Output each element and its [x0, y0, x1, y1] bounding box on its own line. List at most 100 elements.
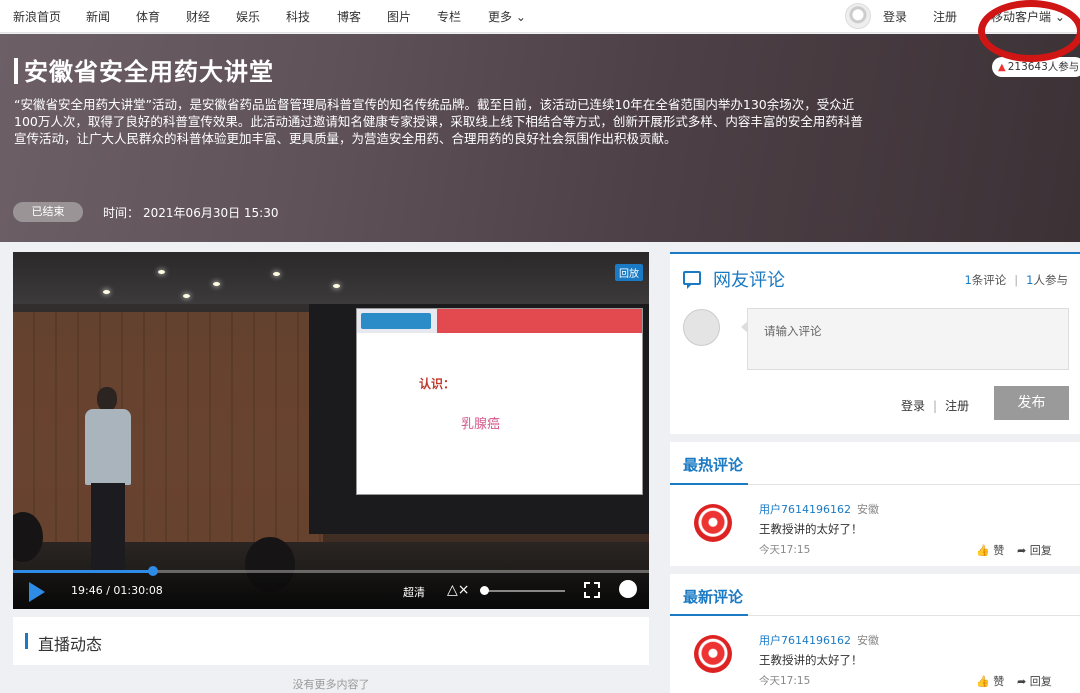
weibo-avatar-icon[interactable] [694, 635, 732, 673]
comment-text: 王教授讲的太好了！ [759, 522, 863, 536]
ceiling-light [158, 270, 165, 274]
nav-tech[interactable]: 科技 [286, 8, 310, 25]
event-time-label: 时间： [103, 206, 140, 220]
like-label: 赞 [993, 675, 1005, 688]
slide-logo [361, 313, 431, 329]
comment-input[interactable]: 请输入评论 [741, 308, 1069, 370]
section-divider [670, 434, 1080, 442]
comment-location: 安徽 [857, 503, 879, 516]
like-button[interactable]: 👍 赞 [976, 673, 1004, 689]
hero-banner: 安徽省安全用药大讲堂 “安徽省安全用药大讲堂”活动，是安徽省药品监督管理局科普宣… [0, 34, 1080, 242]
reply-button[interactable]: ➦ 回复 [1017, 673, 1052, 689]
nav-finance[interactable]: 财经 [186, 8, 210, 25]
live-dynamics: 直播动态 [13, 617, 649, 665]
mute-icon[interactable]: △× [447, 581, 473, 599]
nav-photo[interactable]: 图片 [387, 8, 411, 25]
quality-selector[interactable]: 超清 [403, 584, 425, 600]
live-title-bar [25, 633, 28, 649]
comment-login-link[interactable]: 登录 [901, 399, 925, 413]
comment-title: 网友评论 [713, 270, 785, 291]
comment-count-label: 条评论 [971, 273, 1007, 287]
nav-mobile[interactable]: 移动客户端 ⌄ [991, 8, 1065, 25]
nav-ent[interactable]: 娱乐 [236, 8, 260, 25]
nav-news[interactable]: 新闻 [86, 8, 110, 25]
volume-slider[interactable] [480, 586, 565, 595]
nav-column[interactable]: 专栏 [437, 8, 461, 25]
ceiling-light [273, 272, 280, 276]
speaker-body [85, 409, 131, 485]
fire-icon: ▲ [998, 62, 1006, 73]
comment-auth: 登录 | 注册 [901, 397, 969, 414]
ceiling-light [333, 284, 340, 288]
slide-line2: 乳腺癌 [461, 417, 501, 432]
like-icon: 👍 [976, 675, 990, 688]
comment-stats: 1条评论 | 1人参与 [964, 272, 1068, 288]
hero-description: “安徽省安全用药大讲堂”活动，是安徽省药品监督管理局科普宣传的知名传统品牌。截至… [14, 97, 863, 146]
share-icon[interactable] [619, 580, 637, 598]
nav-blog[interactable]: 博客 [337, 8, 361, 25]
progress-fill [13, 570, 153, 573]
volume-handle[interactable] [480, 586, 489, 595]
participant-count[interactable]: 1 [1026, 273, 1033, 287]
like-button[interactable]: 👍 赞 [976, 542, 1004, 558]
like-label: 赞 [993, 544, 1005, 557]
ceiling-light [183, 294, 190, 298]
play-icon[interactable] [29, 582, 45, 602]
replay-tag: 回放 [615, 264, 643, 281]
comment-username[interactable]: 用户7614196162 [759, 503, 851, 516]
comment-username[interactable]: 用户7614196162 [759, 634, 851, 647]
section-line-accent [670, 614, 748, 616]
duration: 01:30:08 [113, 584, 163, 597]
current-time: 19:46 [71, 584, 103, 597]
event-time-value: 2021年06月30日 15:30 [143, 206, 279, 220]
nav-login[interactable]: 登录 [883, 8, 907, 25]
video-player[interactable]: 认识： 乳腺癌 回放 19:46 / 01:30:08 超清 △× [13, 252, 649, 609]
speaker-head [97, 387, 117, 411]
avatar-icon[interactable] [845, 3, 871, 29]
slide-line1: 认识： [419, 377, 456, 391]
nav-more[interactable]: 更多 ⌄ [488, 8, 526, 25]
video-time: 19:46 / 01:30:08 [71, 584, 163, 597]
comment-panel: 网友评论 1条评论 | 1人参与 请输入评论 登录 | 注册 发布 最热评论 用户761… [670, 252, 1080, 693]
comment-text: 王教授讲的太好了！ [759, 653, 863, 667]
comment-user[interactable]: 用户7614196162 安徽 [759, 632, 879, 648]
comment-user[interactable]: 用户7614196162 安徽 [759, 501, 879, 517]
new-comments-title: 最新评论 [683, 588, 744, 606]
reply-button[interactable]: ➦ 回复 [1017, 542, 1052, 558]
auth-separator: | [933, 399, 938, 413]
stats-separator: | [1014, 273, 1019, 287]
ceiling-light [213, 282, 220, 286]
hot-comments-title: 最热评论 [683, 456, 744, 474]
comment-location: 安徽 [857, 634, 879, 647]
user-avatar [683, 309, 720, 346]
comment-count[interactable]: 1 [964, 273, 971, 287]
reply-label: 回复 [1029, 544, 1052, 557]
title-bar [14, 58, 18, 84]
nav-register[interactable]: 注册 [933, 8, 957, 25]
comment-register-link[interactable]: 注册 [945, 399, 969, 413]
participants-badge: ▲ 213643人参与 [992, 57, 1080, 77]
progress-handle[interactable] [147, 566, 158, 576]
section-divider [670, 566, 1080, 574]
reply-icon: ➦ [1017, 675, 1027, 688]
wood-wall [13, 312, 323, 552]
status-badge: 已结束 [13, 202, 83, 222]
reply-icon: ➦ [1017, 544, 1027, 557]
page-title-text: 安徽省安全用药大讲堂 [24, 58, 274, 86]
top-nav: 新浪首页 新闻 体育 财经 娱乐 科技 博客 图片 专栏 更多 ⌄ 登录 注册 … [0, 0, 1080, 33]
comment-icon [683, 271, 701, 289]
slide-header [357, 309, 642, 333]
participants-count: 213643人参与 [1007, 61, 1080, 73]
nav-sports[interactable]: 体育 [136, 8, 160, 25]
weibo-avatar-icon[interactable] [694, 504, 732, 542]
participant-label: 人参与 [1033, 273, 1069, 287]
fullscreen-icon[interactable] [584, 582, 600, 598]
time-separator: / [102, 584, 114, 597]
publish-button[interactable]: 发布 [994, 386, 1069, 420]
progress-bar[interactable] [13, 566, 649, 576]
page-title: 安徽省安全用药大讲堂 [14, 52, 274, 87]
nav-sina-home[interactable]: 新浪首页 [13, 8, 61, 25]
live-title: 直播动态 [38, 635, 103, 654]
like-icon: 👍 [976, 544, 990, 557]
comment-item: 用户7614196162 安徽 王教授讲的太好了！ 今天17:15 👍 赞 ➦ 回… [670, 627, 1080, 693]
